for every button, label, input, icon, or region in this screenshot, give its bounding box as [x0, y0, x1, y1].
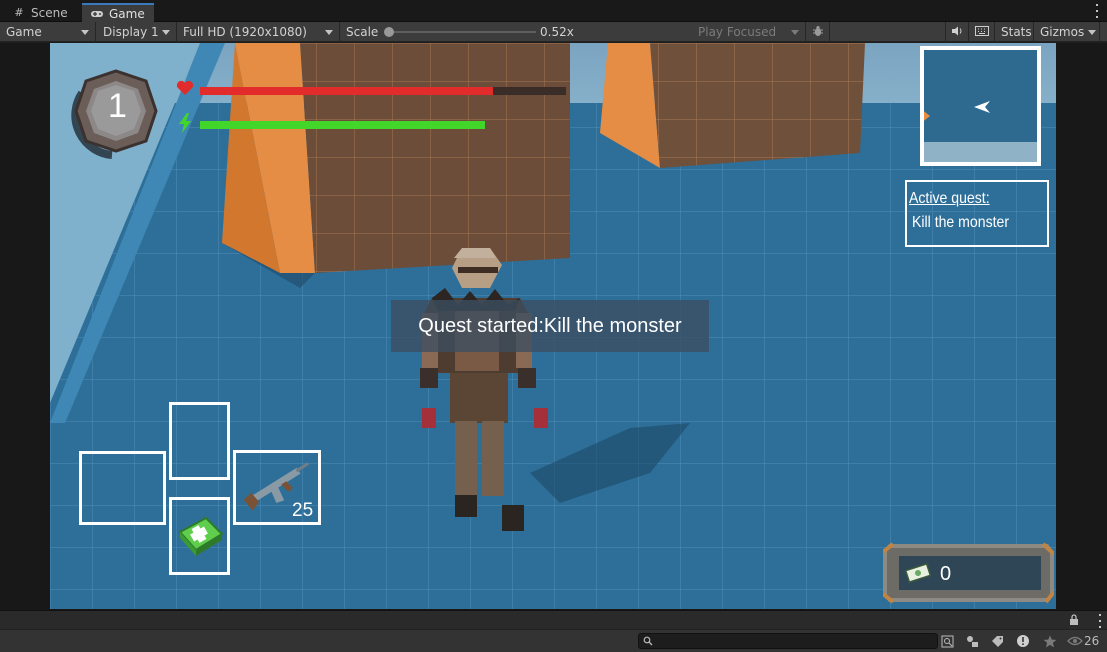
display-mode-value: Game	[6, 25, 42, 39]
speaker-icon	[951, 25, 963, 39]
play-mode-value: Play Focused	[698, 25, 777, 39]
error-filter-icon[interactable]	[1014, 632, 1032, 650]
active-quest-name: Kill the monster	[912, 214, 1010, 231]
player-arrow-icon	[974, 101, 990, 116]
search-icon	[643, 635, 653, 649]
shortcuts-toggle[interactable]	[969, 22, 995, 42]
lock-icon[interactable]	[1069, 614, 1079, 629]
quest-popup-text: Quest started:Kill the monster	[418, 314, 682, 337]
play-mode-dropdown[interactable]: Play Focused	[692, 22, 806, 42]
energy-bar-track	[200, 121, 566, 129]
search-field[interactable]	[638, 633, 938, 649]
cash-icon	[904, 562, 932, 587]
tab-strip: # Scene Game	[0, 0, 1107, 22]
inventory-slot-top[interactable]	[169, 402, 230, 480]
tab-scene[interactable]: # Scene	[4, 3, 76, 22]
tab-game-label: Game	[109, 6, 145, 21]
display-mode-dropdown[interactable]: Game	[0, 22, 96, 42]
tab-scene-label: Scene	[31, 5, 68, 20]
search-options-icon[interactable]	[938, 632, 956, 650]
mute-audio-toggle[interactable]	[945, 22, 969, 42]
chevron-down-icon	[791, 30, 799, 35]
resolution-value: Full HD (1920x1080)	[183, 25, 307, 39]
health-bar-fill	[200, 87, 493, 95]
visibility-eye-icon[interactable]	[1066, 632, 1084, 650]
inventory-slot-left[interactable]	[79, 451, 166, 525]
minimap	[920, 46, 1041, 166]
game-toolbar: Game Display 1 Full HD (1920x1080) Scale…	[0, 22, 1107, 42]
heart-icon	[176, 80, 194, 99]
quest-started-popup: Quest started:Kill the monster	[391, 300, 709, 352]
display-value: Display 1	[103, 25, 159, 39]
money-panel	[883, 542, 1054, 604]
game-view[interactable]: 1 Active quest: Kill the monster Quest s…	[50, 43, 1056, 609]
level-badge: 1	[68, 63, 164, 159]
panel-lock-bar	[0, 610, 1107, 629]
gizmos-label: Gizmos	[1040, 25, 1085, 39]
chevron-down-icon	[325, 30, 333, 35]
bug-icon	[812, 25, 824, 40]
visible-object-count: 26	[1084, 634, 1100, 648]
energy-bar-fill	[200, 121, 485, 129]
stats-button[interactable]: Stats	[995, 22, 1034, 42]
hierarchy-filter-icon[interactable]	[964, 632, 982, 650]
favorite-star-icon[interactable]	[1041, 632, 1059, 650]
scale-label: Scale	[346, 25, 379, 39]
panel-menu-icon[interactable]	[1098, 614, 1102, 628]
status-bar: 26	[0, 629, 1107, 652]
medkit-icon	[176, 516, 226, 559]
unity-game-window: # Scene Game Game Display 1 Full HD (192…	[0, 0, 1107, 652]
ammo-count: 25	[292, 500, 314, 521]
label-filter-icon[interactable]	[988, 632, 1006, 650]
health-bar-track	[200, 87, 566, 95]
chevron-down-icon	[1088, 30, 1096, 35]
scale-value: 0.52x	[540, 25, 574, 39]
scale-slider-track[interactable]	[389, 31, 536, 33]
debug-toggle[interactable]	[806, 22, 830, 42]
stats-label: Stats	[1001, 25, 1032, 39]
money-amount: 0	[940, 563, 952, 585]
grid-icon: #	[14, 6, 24, 19]
chevron-down-icon	[81, 30, 89, 35]
active-quest-panel: Active quest: Kill the monster	[905, 180, 1049, 247]
scale-slider-handle[interactable]	[384, 27, 394, 37]
active-quest-title: Active quest:	[909, 190, 990, 207]
resolution-dropdown[interactable]: Full HD (1920x1080)	[177, 22, 340, 42]
gizmos-dropdown[interactable]: Gizmos	[1034, 22, 1100, 42]
keyboard-icon	[974, 25, 989, 39]
inventory-slot-bottom[interactable]	[169, 497, 230, 575]
inventory-slot-weapon[interactable]: 25	[233, 450, 321, 525]
window-menu-icon[interactable]	[1095, 4, 1099, 18]
level-number: 1	[108, 87, 127, 125]
chevron-down-icon	[162, 30, 170, 35]
display-dropdown[interactable]: Display 1	[97, 22, 177, 42]
tab-game[interactable]: Game	[82, 3, 154, 22]
lightning-icon	[178, 113, 192, 136]
gamepad-icon	[90, 8, 104, 20]
